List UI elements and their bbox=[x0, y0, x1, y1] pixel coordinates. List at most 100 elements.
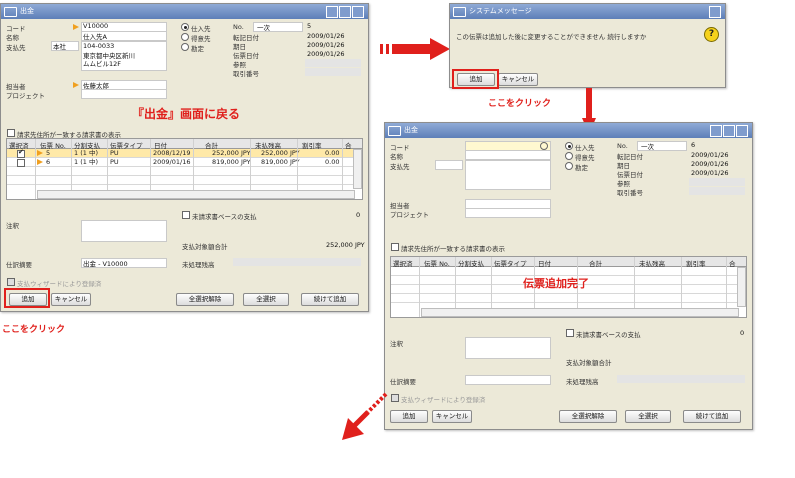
invoice-table: 選択済 伝票 No. 分割支払 伝票タイプ 日付 合計 未払残高 割引率 合 ✔… bbox=[6, 138, 363, 200]
row-discount: 0.00 bbox=[325, 149, 340, 157]
row-doc-no: 6 bbox=[46, 158, 51, 166]
project-field[interactable] bbox=[81, 89, 167, 99]
total-amount-label: 支払対象額合計 bbox=[182, 243, 228, 251]
row-doc-no: 5 bbox=[46, 149, 51, 157]
journal-remarks-field[interactable] bbox=[465, 375, 551, 385]
payee-select-value: 本社 bbox=[53, 43, 66, 51]
address-line-1: 104-0033 bbox=[83, 42, 115, 50]
radio-vendor[interactable] bbox=[565, 142, 573, 150]
row-balance: 252,000 JPY bbox=[261, 149, 300, 157]
title-bar: 出金 bbox=[385, 123, 752, 138]
minimize-button[interactable] bbox=[326, 6, 338, 18]
code-value: V10000 bbox=[83, 22, 109, 30]
posting-date-value: 2009/01/26 bbox=[691, 151, 729, 159]
cancel-button[interactable]: キャンセル bbox=[51, 293, 91, 306]
radio-customer-label: 得意先 bbox=[575, 154, 595, 162]
wizard-checkbox bbox=[391, 394, 399, 402]
project-field[interactable] bbox=[465, 208, 551, 218]
payment-on-account-value: 0 bbox=[356, 211, 361, 219]
horizontal-scrollbar[interactable] bbox=[421, 308, 739, 317]
close-button[interactable] bbox=[709, 6, 721, 18]
maximize-button[interactable] bbox=[723, 125, 735, 137]
cancel-button[interactable]: キャンセル bbox=[432, 410, 472, 423]
deselect-all-button[interactable]: 全選択解除 bbox=[176, 293, 234, 306]
name-label: 名称 bbox=[6, 34, 19, 42]
document-added-annotation: 伝票追加完了 bbox=[523, 277, 589, 290]
radio-customer[interactable] bbox=[181, 33, 189, 41]
link-arrow-icon[interactable] bbox=[73, 24, 79, 30]
number-label: No. bbox=[617, 142, 628, 150]
radio-account-label: 勘定 bbox=[575, 164, 588, 172]
select-all-button[interactable]: 全選択 bbox=[243, 293, 289, 306]
payee-select[interactable] bbox=[435, 160, 463, 170]
dialog-cancel-button[interactable]: キャンセル bbox=[498, 73, 538, 86]
radio-account[interactable] bbox=[565, 162, 573, 170]
horizontal-scrollbar[interactable] bbox=[37, 190, 355, 199]
name-field[interactable] bbox=[465, 150, 551, 160]
remarks-field[interactable] bbox=[81, 220, 167, 242]
remarks-field[interactable] bbox=[465, 337, 551, 359]
reference-field[interactable] bbox=[689, 178, 745, 186]
row-select-checkbox[interactable] bbox=[17, 159, 25, 167]
row-installment: 1 (1 中) bbox=[74, 149, 98, 157]
continue-add-button[interactable]: 続けて追加 bbox=[301, 293, 359, 306]
name-label: 名称 bbox=[390, 153, 403, 161]
click-here-annotation-1: ここをクリック bbox=[2, 325, 66, 335]
number-value: 6 bbox=[691, 141, 696, 149]
row-installment: 1 (1 中) bbox=[74, 158, 98, 166]
radio-vendor[interactable] bbox=[181, 23, 189, 31]
row-date: 2009/01/16 bbox=[153, 158, 191, 166]
vertical-scrollbar[interactable] bbox=[353, 149, 362, 189]
choose-from-list-icon[interactable] bbox=[540, 142, 548, 150]
minimize-button[interactable] bbox=[710, 125, 722, 137]
payment-on-account-checkbox[interactable] bbox=[566, 329, 574, 337]
radio-customer-label: 得意先 bbox=[191, 35, 211, 43]
wizard-label: 支払ウィザードにより登録済 bbox=[401, 396, 486, 404]
vertical-scrollbar[interactable] bbox=[737, 267, 746, 307]
payment-on-account-checkbox[interactable] bbox=[182, 211, 190, 219]
return-annotation: 『出金』画面に戻る bbox=[132, 107, 241, 121]
radio-customer[interactable] bbox=[565, 152, 573, 160]
window-icon bbox=[4, 7, 17, 17]
row-link-arrow-icon[interactable] bbox=[37, 159, 43, 165]
open-balance-label: 未処理残高 bbox=[566, 378, 599, 386]
maximize-button[interactable] bbox=[339, 6, 351, 18]
row-total: 819,000 JPY bbox=[212, 158, 251, 166]
table-row[interactable]: 6 1 (1 中) PU 2009/01/16 819,000 JPY 819,… bbox=[7, 158, 362, 167]
row-doc-type: PU bbox=[110, 158, 119, 166]
select-all-button[interactable]: 全選択 bbox=[625, 410, 671, 423]
table-row[interactable]: ✔ 5 1 (1 中) PU 2008/12/19 252,000 JPY 25… bbox=[7, 149, 362, 158]
dialog-message: この伝票は追加した後に変更することができません 続行しますか bbox=[456, 33, 647, 41]
radio-vendor-label: 仕入先 bbox=[191, 25, 211, 33]
reference-field[interactable] bbox=[305, 59, 361, 67]
document-date-value: 2009/01/26 bbox=[307, 50, 345, 58]
row-link-arrow-icon[interactable] bbox=[37, 150, 43, 156]
show-matching-invoices-checkbox[interactable] bbox=[7, 129, 15, 137]
dialog-title: システムメッセージ bbox=[469, 7, 532, 15]
open-balance-field bbox=[233, 258, 361, 266]
document-date-value: 2009/01/26 bbox=[691, 169, 729, 177]
add-button[interactable]: 追加 bbox=[390, 410, 428, 423]
radio-account[interactable] bbox=[181, 43, 189, 51]
continue-add-button[interactable]: 続けて追加 bbox=[683, 410, 741, 423]
arrow-right-icon bbox=[380, 38, 450, 60]
total-amount-label: 支払対象額合計 bbox=[566, 359, 612, 367]
show-matching-invoices-label: 請求先住所が一致する請求書の表示 bbox=[401, 245, 505, 253]
wizard-checkbox bbox=[7, 278, 15, 286]
window-title: 出金 bbox=[404, 126, 418, 134]
row-total: 252,000 JPY bbox=[212, 149, 251, 157]
transaction-number-label: 取引番号 bbox=[617, 189, 643, 197]
table-row bbox=[7, 167, 362, 176]
highlight-dialog-add-button bbox=[452, 69, 499, 89]
journal-remarks-value: 出金 - V10000 bbox=[83, 260, 128, 268]
address-field[interactable] bbox=[465, 160, 551, 190]
contact-link-arrow-icon[interactable] bbox=[73, 82, 79, 88]
open-balance-label: 未処理残高 bbox=[182, 261, 215, 269]
project-label: プロジェクト bbox=[6, 92, 45, 100]
journal-remarks-label: 仕訳摘要 bbox=[6, 261, 32, 269]
show-matching-invoices-checkbox[interactable] bbox=[391, 243, 399, 251]
close-button[interactable] bbox=[736, 125, 748, 137]
payment-on-account-label: 未請求書ベースの支払 bbox=[576, 331, 641, 339]
close-button[interactable] bbox=[352, 6, 364, 18]
deselect-all-button[interactable]: 全選択解除 bbox=[559, 410, 617, 423]
